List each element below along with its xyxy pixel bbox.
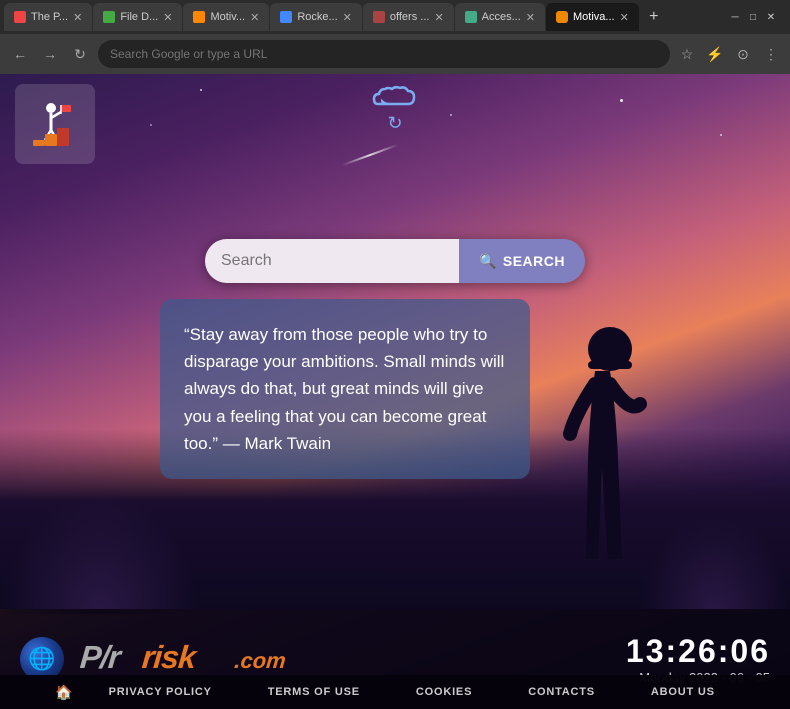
search-button-label: SEARCH [503, 253, 565, 269]
footer-nav-cookies-label: COOKIES [416, 686, 472, 698]
minimize-button[interactable]: ─ [728, 10, 742, 24]
quote-box: “Stay away from those people who try to … [160, 299, 530, 479]
tab-favicon-4 [280, 11, 292, 23]
footer-nav-privacy-label: PRIVACY POLICY [109, 686, 212, 698]
site-logo-topleft [15, 84, 95, 164]
search-container: 🔍 SEARCH [205, 239, 585, 283]
quote-text: “Stay away from those people who try to … [184, 325, 504, 453]
tab-close-6[interactable]: ✕ [526, 11, 535, 24]
reload-button[interactable]: ↻ [68, 42, 92, 66]
tab-favicon-5 [373, 11, 385, 23]
tab-close-7[interactable]: ✕ [620, 11, 629, 24]
tab-close-2[interactable]: ✕ [163, 11, 172, 24]
tab-title-6: Acces... [482, 11, 521, 23]
footer-nav-terms[interactable]: TERMS OF USE [240, 675, 388, 709]
forward-button[interactable]: → [38, 42, 62, 66]
toolbar-icons: ☆ ⚡ ⊙ ⋮ [676, 43, 782, 65]
footer-nav-contacts-label: CONTACTS [528, 686, 595, 698]
footer-nav-cookies[interactable]: COOKIES [388, 675, 500, 709]
tab-7[interactable]: Motiva... ✕ [546, 3, 639, 31]
profile-icon[interactable]: ⊙ [732, 43, 754, 65]
back-button[interactable]: ← [8, 42, 32, 66]
footer-nav: 🏠 PRIVACY POLICY TERMS OF USE COOKIES CO… [0, 675, 790, 709]
tab-title-5: offers ... [390, 11, 430, 23]
progress-logo-svg [23, 92, 88, 157]
window-controls: ─ □ ✕ [728, 10, 786, 24]
tab-favicon-6 [465, 11, 477, 23]
footer-nav-privacy[interactable]: PRIVACY POLICY [81, 675, 240, 709]
page-content: ↻ [0, 74, 790, 709]
menu-icon[interactable]: ⋮ [760, 43, 782, 65]
tab-close-5[interactable]: ✕ [434, 11, 443, 24]
footer-nav-about-label: ABOUT US [651, 686, 715, 698]
tab-title-7: Motiva... [573, 11, 615, 23]
tab-6[interactable]: Acces... ✕ [455, 3, 545, 31]
tab-5[interactable]: offers ... ✕ [363, 3, 454, 31]
person-silhouette [510, 309, 690, 609]
search-icon: 🔍 [479, 253, 497, 270]
tab-favicon-3 [193, 11, 205, 23]
tab-1[interactable]: The P... ✕ [4, 3, 92, 31]
tab-favicon-1 [14, 11, 26, 23]
close-window-button[interactable]: ✕ [764, 10, 778, 24]
search-input[interactable] [205, 239, 459, 283]
tab-3[interactable]: Motiv... ✕ [183, 3, 269, 31]
tab-4[interactable]: Rocke... ✕ [270, 3, 362, 31]
browser-chrome: The P... ✕ File D... ✕ Motiv... ✕ Rocke.… [0, 0, 790, 74]
extension-icon[interactable]: ⚡ [704, 43, 726, 65]
tab-close-3[interactable]: ✕ [250, 11, 259, 24]
svg-text:risk: risk [142, 639, 200, 674]
tab-favicon-2 [103, 11, 115, 23]
tab-title-4: Rocke... [297, 11, 337, 23]
tab-title-2: File D... [120, 11, 158, 23]
footer-nav-icon-home: 🏠 [47, 684, 80, 701]
footer-nav-terms-label: TERMS OF USE [268, 686, 360, 698]
svg-text:P/r: P/r [80, 639, 124, 674]
search-button[interactable]: 🔍 SEARCH [459, 239, 585, 283]
tab-2[interactable]: File D... ✕ [93, 3, 182, 31]
maximize-button[interactable]: □ [746, 10, 760, 24]
svg-text:.com: .com [234, 648, 287, 673]
address-bar-row: ← → ↻ ☆ ⚡ ⊙ ⋮ [0, 34, 790, 74]
tab-close-4[interactable]: ✕ [343, 11, 352, 24]
bookmark-icon[interactable]: ☆ [676, 43, 698, 65]
tab-close-1[interactable]: ✕ [73, 11, 82, 24]
tab-title-1: The P... [31, 11, 68, 23]
new-tab-button[interactable]: + [640, 3, 668, 31]
tab-bar: The P... ✕ File D... ✕ Motiv... ✕ Rocke.… [0, 0, 790, 34]
footer-clock: 13:26:06 [626, 633, 770, 670]
footer-nav-about[interactable]: ABOUT US [623, 675, 743, 709]
rocks-left [0, 494, 200, 614]
tab-title-3: Motiv... [210, 11, 245, 23]
footer-nav-contacts[interactable]: CONTACTS [500, 675, 623, 709]
tab-favicon-7 [556, 11, 568, 23]
cloud-logo-icon: ↻ [370, 82, 420, 120]
address-input[interactable] [98, 40, 670, 68]
